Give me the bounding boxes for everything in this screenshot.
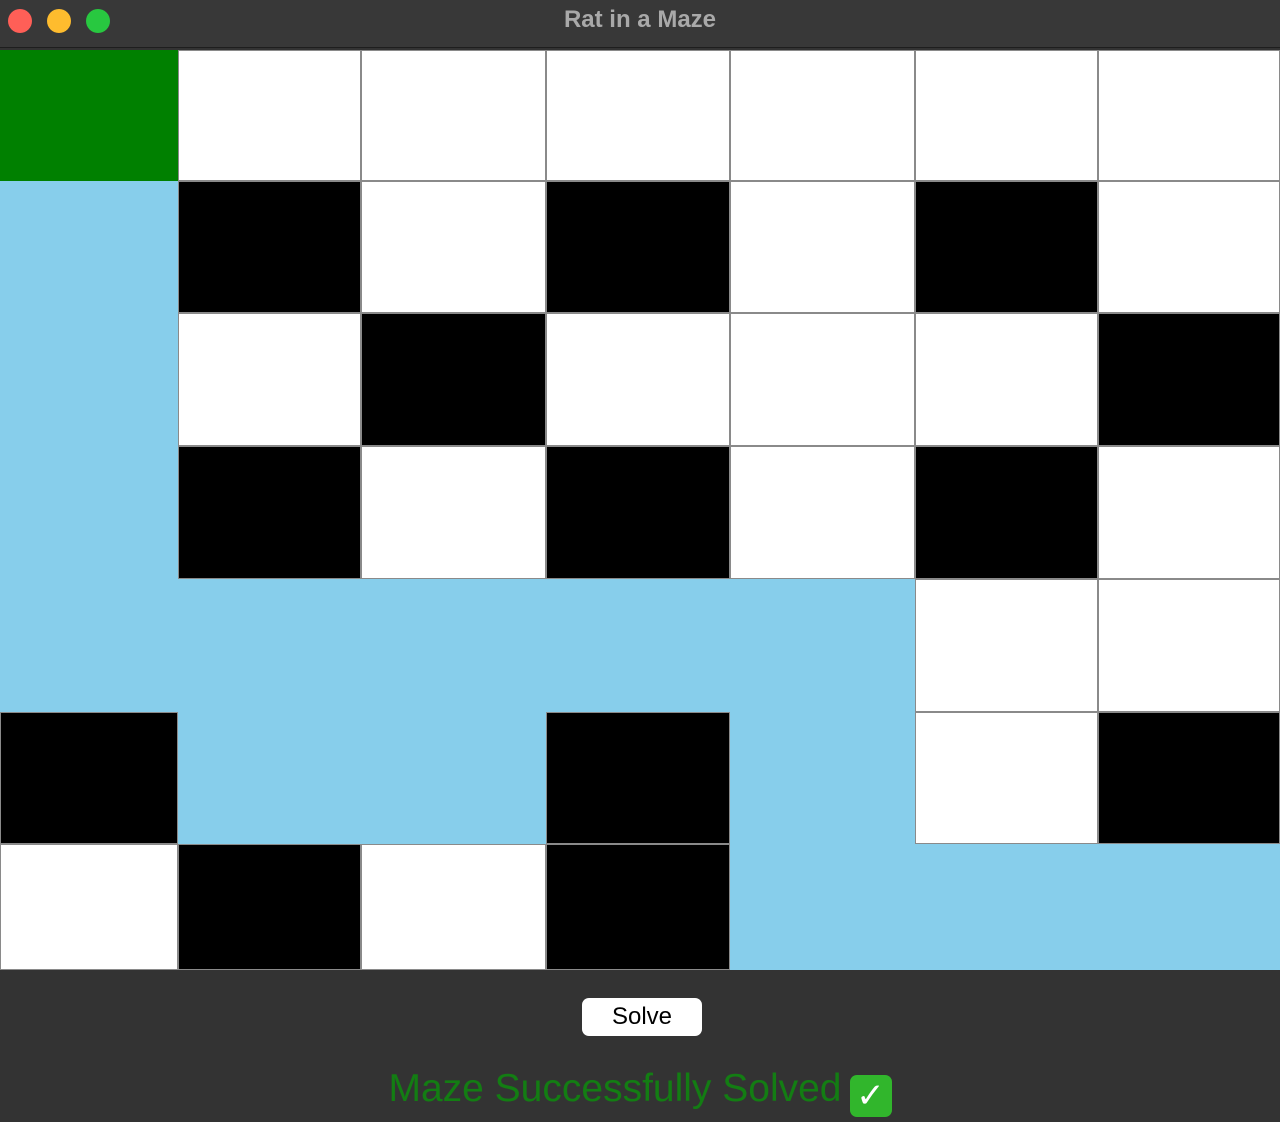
maze-grid bbox=[0, 50, 1280, 970]
maze-cell-open bbox=[546, 50, 730, 181]
maze-cell-open bbox=[915, 50, 1098, 181]
maze-cell-path bbox=[0, 181, 178, 313]
maze-cell-path bbox=[0, 313, 178, 446]
maze-cell-wall bbox=[178, 844, 361, 970]
maze-cell-path bbox=[361, 579, 546, 712]
maze-cell-wall bbox=[915, 181, 1098, 313]
app-window: Rat in a Maze Solve Maze Successfully So… bbox=[0, 0, 1280, 1122]
maze-cell-open bbox=[730, 446, 915, 579]
maze-cell-wall bbox=[546, 181, 730, 313]
maze-cell-path bbox=[0, 579, 178, 712]
maze-cell-open bbox=[178, 50, 361, 181]
status-message: Maze Successfully Solved bbox=[388, 1067, 842, 1110]
maze-cell-open bbox=[915, 313, 1098, 446]
solve-button[interactable]: Solve bbox=[582, 998, 702, 1036]
maze-cell-open bbox=[1098, 50, 1280, 181]
maze-cell-path bbox=[546, 579, 730, 712]
maze-cell-open bbox=[915, 579, 1098, 712]
maze-cell-open bbox=[0, 844, 178, 970]
maze-cell-wall bbox=[915, 446, 1098, 579]
maze-cell-wall bbox=[546, 712, 730, 844]
maze-cell-open bbox=[546, 313, 730, 446]
maze-cell-open bbox=[1098, 181, 1280, 313]
maze-cell-open bbox=[730, 50, 915, 181]
window-title: Rat in a Maze bbox=[563, 6, 717, 33]
maze-cell-open bbox=[361, 50, 546, 181]
maze-cell-wall bbox=[546, 844, 730, 970]
maze-cell-wall bbox=[0, 712, 178, 844]
maze-cell-wall bbox=[178, 181, 361, 313]
maze-cell-open bbox=[730, 181, 915, 313]
maze-cell-open bbox=[1098, 446, 1280, 579]
maze-cell-open bbox=[178, 313, 361, 446]
maze-cell-open bbox=[361, 446, 546, 579]
check-mark-icon: ✓ bbox=[849, 1075, 892, 1117]
maze-cell-open bbox=[361, 844, 546, 970]
maze-cell-wall bbox=[546, 446, 730, 579]
maze-cell-wall bbox=[1098, 712, 1280, 844]
maze-cell-path bbox=[0, 446, 178, 579]
maze-cell-path bbox=[1098, 844, 1280, 970]
maze-cell-open bbox=[730, 313, 915, 446]
maze-cell-path bbox=[730, 579, 915, 712]
maze-cell-path bbox=[730, 844, 915, 970]
maze-cell-start bbox=[0, 50, 178, 181]
title-bar: Rat in a Maze bbox=[0, 0, 1280, 48]
maze-cell-wall bbox=[1098, 313, 1280, 446]
maze-cell-wall bbox=[178, 446, 361, 579]
maze-cell-path bbox=[178, 712, 361, 844]
maze-cell-wall bbox=[361, 313, 546, 446]
maze-cell-path bbox=[730, 712, 915, 844]
maze-cell-open bbox=[1098, 579, 1280, 712]
maze-cell-path bbox=[361, 712, 546, 844]
maze-cell-open bbox=[915, 712, 1098, 844]
maze-cell-path bbox=[915, 844, 1098, 970]
status-message-line: Maze Successfully Solved ✓ bbox=[0, 1064, 1280, 1117]
maze-cell-path bbox=[178, 579, 361, 712]
maze-cell-open bbox=[361, 181, 546, 313]
